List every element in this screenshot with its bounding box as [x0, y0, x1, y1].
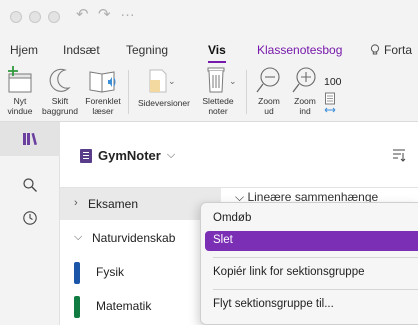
section-color-tab	[74, 296, 80, 318]
notebook-switcher[interactable]: GymNoter ⌵	[80, 148, 175, 163]
page-versions-button[interactable]: ⌄ Sideversioner	[134, 64, 194, 108]
quick-access-more-icon[interactable]: …	[120, 3, 135, 20]
new-window-icon	[8, 66, 32, 93]
new-window-label: Nyt vindue	[7, 96, 33, 116]
context-menu: Omdøb Slet Kopiér link for sektionsgrupp…	[200, 202, 418, 325]
close-window-button[interactable]	[10, 11, 22, 23]
undo-icon[interactable]: ↶	[76, 5, 89, 23]
section-fysik[interactable]: Fysik	[60, 256, 220, 288]
section-list: › Eksamen ⌵ Naturvidenskab Fysik Matemat…	[60, 188, 220, 325]
ribbon: Nyt vindue Skift baggrund Forenklet læser ⌄…	[0, 64, 418, 122]
ribbon-separator	[246, 70, 247, 114]
zoom-out-icon	[256, 67, 280, 93]
search-icon	[23, 178, 37, 192]
rail-search[interactable]	[0, 168, 60, 202]
menu-item-delete[interactable]: Slet	[205, 231, 418, 251]
ribbon-tabs: Hjem Indsæt Tegning Vis Klassenotesbog F…	[0, 36, 418, 64]
switch-background-button[interactable]: Skift baggrund	[40, 64, 80, 116]
notebook-header: GymNoter ⌵	[60, 122, 418, 188]
redo-icon[interactable]: ↷	[98, 5, 111, 23]
zoom-out-label: Zoom ud	[258, 96, 280, 116]
tab-vis[interactable]: Vis	[208, 43, 226, 63]
menu-separator	[213, 289, 418, 290]
menu-separator	[213, 257, 418, 258]
menu-item-copy-link[interactable]: Kopiér link for sektionsgruppe	[205, 263, 418, 283]
recent-icon	[23, 211, 37, 225]
minimize-window-button[interactable]	[29, 11, 41, 23]
section-group-label: Naturvidenskab	[92, 231, 176, 245]
section-group-naturvidenskab[interactable]: ⌵ Naturvidenskab	[60, 222, 220, 254]
tab-fortael-label: Forta	[384, 43, 413, 57]
zoom-in-button[interactable]: Zoom ind	[288, 64, 322, 116]
chevron-down-icon: ⌄	[168, 76, 176, 86]
tab-indsaet[interactable]: Indsæt	[63, 43, 100, 57]
chevron-down-icon: ⌵	[74, 231, 83, 243]
tab-fortael[interactable]: Forta	[370, 43, 412, 57]
zoom-out-button[interactable]: Zoom ud	[252, 64, 286, 116]
moon-icon	[49, 68, 71, 92]
section-group-label: Eksamen	[88, 197, 139, 211]
immersive-reader-button[interactable]: Forenklet læser	[82, 64, 124, 116]
notebook-name: GymNoter	[98, 148, 161, 163]
menu-item-move-section-group[interactable]: Flyt sektionsgruppe til...	[205, 295, 418, 315]
immersive-reader-label: Forenklet læser	[85, 96, 121, 116]
rail-recent[interactable]	[0, 201, 60, 235]
new-window-button[interactable]: Nyt vindue	[2, 64, 38, 116]
notebook-icon	[80, 148, 92, 163]
section-label: Matematik	[96, 299, 152, 313]
switch-background-label: Skift baggrund	[42, 96, 78, 116]
page-versions-icon	[149, 69, 167, 93]
immersive-reader-icon	[89, 71, 116, 93]
section-label: Fysik	[96, 265, 124, 279]
section-color-tab	[74, 262, 80, 284]
zoom-window-button[interactable]	[48, 11, 60, 23]
navigation-rail	[0, 122, 60, 325]
page-versions-label: Sideversioner	[138, 98, 190, 108]
zoom-in-icon	[292, 67, 316, 93]
chevron-right-icon: ›	[74, 197, 78, 209]
page-width-icon[interactable]	[324, 92, 336, 118]
tab-klassenotesbog[interactable]: Klassenotesbog	[257, 43, 342, 57]
notebooks-icon	[23, 133, 37, 145]
chevron-down-icon: ⌄	[229, 76, 237, 86]
zoom-percentage[interactable]: 100	[324, 76, 342, 88]
lightbulb-icon	[370, 44, 380, 55]
ribbon-separator	[128, 70, 129, 114]
tab-hjem[interactable]: Hjem	[10, 43, 38, 57]
deleted-notes-label: Slettede noter	[202, 96, 234, 116]
menu-item-rename[interactable]: Omdøb	[205, 209, 418, 229]
rail-notebooks[interactable]	[0, 122, 60, 156]
tab-tegning[interactable]: Tegning	[126, 43, 168, 57]
zoom-in-label: Zoom ind	[294, 96, 316, 116]
section-group-eksamen[interactable]: › Eksamen	[60, 188, 220, 220]
sort-icon[interactable]	[392, 148, 406, 162]
title-bar: ↶ ↷ …	[0, 0, 418, 36]
section-matematik[interactable]: Matematik	[60, 290, 220, 322]
chevron-down-icon: ⌵	[166, 149, 176, 161]
deleted-notes-button[interactable]: ⌄ Slettede noter	[196, 64, 240, 116]
